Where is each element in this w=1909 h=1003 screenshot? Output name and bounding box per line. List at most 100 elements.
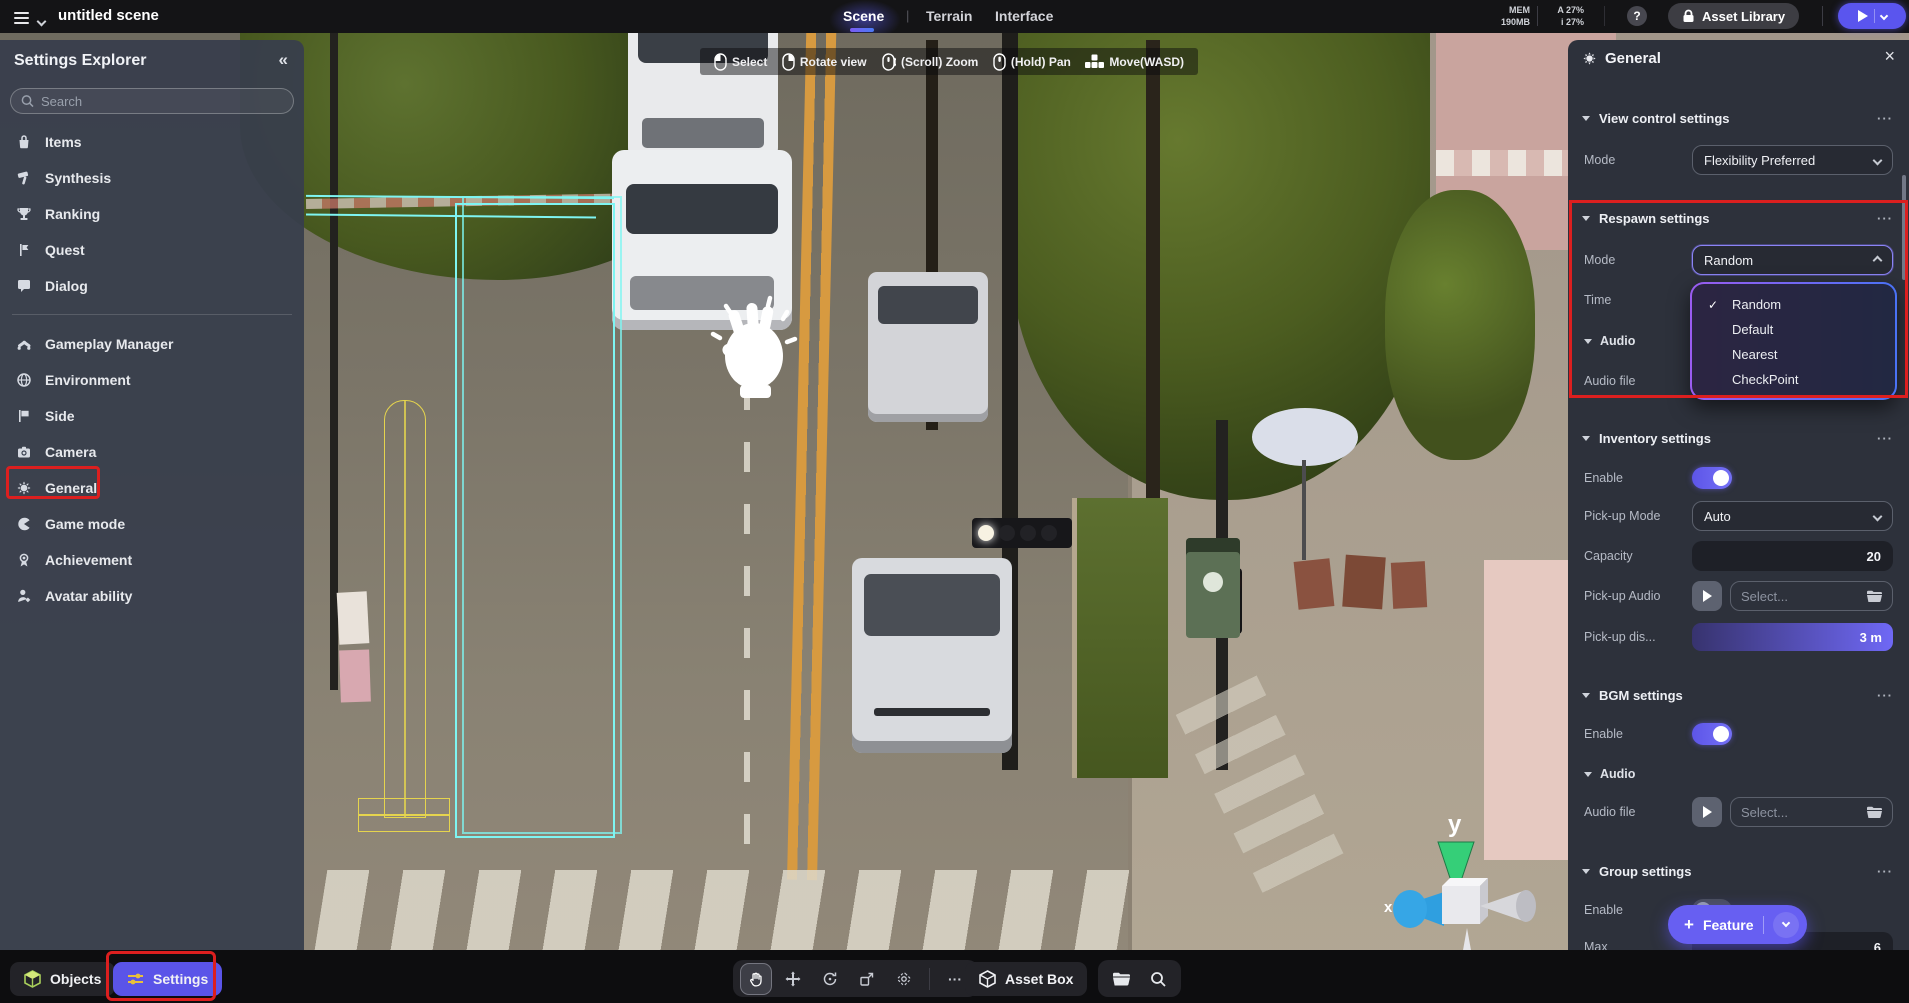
search-input[interactable] <box>41 94 283 109</box>
sidebar-item-camera[interactable]: Camera <box>0 434 304 470</box>
collapse-sidebar-button[interactable]: « <box>279 50 288 70</box>
gizmo-y-axis-cone <box>1438 842 1474 896</box>
scene-chair <box>1342 555 1386 610</box>
items-icon <box>16 134 32 150</box>
respawn-mode-select[interactable]: Random <box>1692 245 1893 275</box>
hint-move: Move(WASD) <box>1085 54 1184 69</box>
section-menu-button[interactable]: ··· <box>1877 688 1893 703</box>
sidebar-item-quest[interactable]: Quest <box>0 232 304 268</box>
gizmo-z-axis-cone <box>1396 892 1444 926</box>
group-max-label: Max <box>1584 940 1608 950</box>
feature-options-button[interactable] <box>1773 912 1799 938</box>
close-panel-button[interactable]: × <box>1884 46 1895 67</box>
gizmo-space-button[interactable] <box>889 964 919 994</box>
settings-button[interactable]: Settings <box>113 962 222 996</box>
sidebar-item-general[interactable]: General <box>0 470 304 506</box>
sidebar-item-synthesis[interactable]: Synthesis <box>0 160 304 196</box>
hint-pan: (Hold) Pan <box>993 53 1071 71</box>
dropdown-option-checkpoint[interactable]: CheckPoint <box>1692 367 1895 392</box>
yellow-wireframe-box <box>384 400 426 818</box>
capacity-input[interactable]: 20 <box>1692 541 1893 571</box>
objects-button[interactable]: Objects <box>10 962 115 996</box>
camera-icon <box>16 444 32 460</box>
bottom-bar: Objects Settings ··· <box>0 950 1909 1003</box>
wasd-keys-icon <box>1085 54 1104 69</box>
tab-terrain[interactable]: Terrain <box>926 8 972 24</box>
scene-umbrella <box>1252 408 1358 466</box>
sidebar-item-dialog[interactable]: Dialog <box>0 268 304 304</box>
rotate-tool-button[interactable] <box>815 964 845 994</box>
section-view-control[interactable]: View control settings ··· <box>1568 106 1909 130</box>
section-menu-button[interactable]: ··· <box>1877 211 1893 226</box>
asset-box-button[interactable]: Asset Box <box>965 962 1087 996</box>
asset-library-button[interactable]: Asset Library <box>1668 3 1799 29</box>
dropdown-option-nearest[interactable]: Nearest <box>1692 342 1895 367</box>
general-icon <box>16 480 32 496</box>
general-settings-panel: General × View control settings ··· Mode… <box>1568 40 1909 950</box>
check-icon: ✓ <box>1708 298 1722 312</box>
bgm-audio-file-select[interactable]: Select... <box>1730 797 1893 827</box>
scene-lane-dashes <box>744 380 750 860</box>
gizmo-y-label: y <box>1448 811 1462 838</box>
selection-wireframe-box <box>462 196 622 834</box>
main-menu-button[interactable] <box>14 9 29 27</box>
scene-crosswalk <box>313 870 1158 962</box>
pan-tool-button[interactable] <box>741 964 771 994</box>
bgm-audio-play-button[interactable] <box>1692 797 1722 827</box>
section-respawn[interactable]: Respawn settings ··· <box>1568 206 1909 230</box>
section-menu-button[interactable]: ··· <box>1877 111 1893 126</box>
scale-tool-button[interactable] <box>852 964 882 994</box>
pickup-audio-file-select[interactable]: Select... <box>1730 581 1893 611</box>
dropdown-option-default[interactable]: Default <box>1692 317 1895 342</box>
rotate-icon <box>822 971 838 987</box>
panel-scrollbar[interactable] <box>1902 175 1906 280</box>
play-icon <box>1702 806 1712 818</box>
sidebar-item-avatar-ability[interactable]: Avatar ability <box>0 578 304 614</box>
respawn-mode-dropdown: ✓ Random Default Nearest CheckPoint <box>1690 282 1897 400</box>
pickup-audio-play-button[interactable] <box>1692 581 1722 611</box>
quest-icon <box>16 242 32 258</box>
tab-interface[interactable]: Interface <box>995 8 1053 24</box>
bgm-enable-toggle[interactable] <box>1692 723 1732 745</box>
title-chevron-icon[interactable] <box>38 12 45 30</box>
bgm-audio-subsection[interactable]: Audio <box>1584 767 1635 781</box>
scene-van <box>868 272 988 422</box>
scene-title: untitled scene <box>58 7 159 24</box>
ranking-icon <box>16 206 32 222</box>
sidebar-item-items[interactable]: Items <box>0 124 304 160</box>
view-control-mode-select[interactable]: Flexibility Preferred <box>1692 145 1893 175</box>
sidebar-item-gameplay-manager[interactable]: Gameplay Manager <box>0 326 304 362</box>
memory-stats: MEM 190MB <box>1462 4 1530 28</box>
section-inventory[interactable]: Inventory settings ··· <box>1568 426 1909 450</box>
feature-button[interactable]: + Feature <box>1668 905 1807 944</box>
section-bgm[interactable]: BGM settings ··· <box>1568 683 1909 707</box>
section-menu-button[interactable]: ··· <box>1877 431 1893 446</box>
panel-title: General <box>1605 50 1661 67</box>
section-menu-button[interactable]: ··· <box>1877 864 1893 879</box>
help-button[interactable]: ? <box>1627 6 1647 26</box>
section-group[interactable]: Group settings ··· <box>1568 859 1909 883</box>
sidebar-item-achievement[interactable]: Achievement <box>0 542 304 578</box>
sidebar-search[interactable] <box>10 88 294 114</box>
sidebar-item-environment[interactable]: Environment <box>0 362 304 398</box>
play-button[interactable] <box>1838 3 1906 29</box>
cube-icon <box>979 970 996 988</box>
sidebar-item-game-mode[interactable]: Game mode <box>0 506 304 542</box>
pickup-distance-slider[interactable]: 3 m <box>1692 623 1893 651</box>
pickup-mode-select[interactable]: Auto <box>1692 501 1893 531</box>
tab-scene[interactable]: Scene <box>843 8 884 24</box>
toolbar-divider <box>929 968 930 990</box>
scene-van <box>852 558 1012 753</box>
plus-icon: + <box>1684 915 1694 935</box>
folder-button[interactable] <box>1106 964 1136 994</box>
inventory-enable-toggle[interactable] <box>1692 467 1732 489</box>
sidebar-item-ranking[interactable]: Ranking <box>0 196 304 232</box>
search-button[interactable] <box>1143 964 1173 994</box>
general-icon <box>1582 51 1597 66</box>
move-tool-button[interactable] <box>778 964 808 994</box>
game-mode-icon <box>16 516 32 532</box>
sidebar-item-side[interactable]: Side <box>0 398 304 434</box>
respawn-audio-subsection[interactable]: Audio <box>1584 334 1635 348</box>
active-tab-underline <box>850 28 874 32</box>
dropdown-option-random[interactable]: ✓ Random <box>1692 292 1895 317</box>
